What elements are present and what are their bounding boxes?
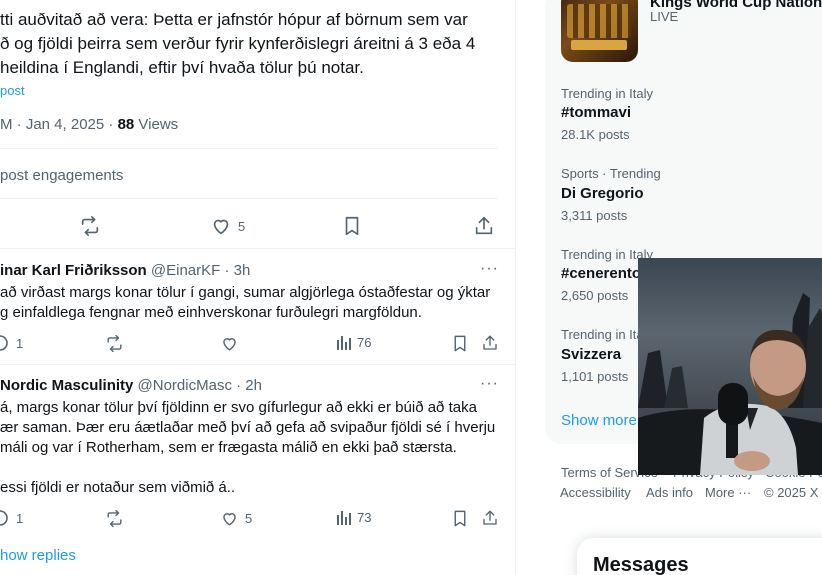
trend-title[interactable]: Svizzera bbox=[561, 346, 621, 363]
footer-more-link[interactable]: More ··· bbox=[705, 485, 751, 500]
trend-meta: Trending in Italy bbox=[561, 86, 654, 101]
views-count: 76 bbox=[357, 334, 372, 350]
reply-count: 1 bbox=[16, 335, 24, 351]
reply-text-line: að virðast margs konar tölur í gangi, su… bbox=[0, 284, 491, 301]
translate-post-link[interactable]: post bbox=[0, 83, 25, 98]
divider bbox=[0, 148, 498, 149]
like-count: 5 bbox=[238, 218, 246, 234]
share-button[interactable] bbox=[473, 215, 495, 237]
footer-ads-info-link[interactable]: Ads info bbox=[646, 485, 693, 500]
views-count: 73 bbox=[357, 509, 372, 525]
bookmark-icon bbox=[342, 215, 362, 237]
reply-handle-time[interactable]: @NordicMasc · 2h bbox=[138, 377, 262, 394]
reply-icon bbox=[0, 509, 10, 527]
reply-text-line: essi fjöldi er notaður sem viðmið á.. bbox=[0, 479, 236, 496]
views-count: 88 bbox=[117, 116, 135, 133]
divider bbox=[0, 364, 515, 365]
post-text-line: tti auðvitað að vera: Þetta er jafnstór … bbox=[0, 10, 468, 29]
trend-post-count: 2,650 posts bbox=[561, 288, 629, 303]
like-count: 5 bbox=[245, 511, 253, 526]
post-text-line: ð og fjöldi þeirra sem verður fyrir kynf… bbox=[0, 34, 476, 53]
event-graphic bbox=[567, 4, 631, 38]
reply-text-line: á, margs konar tölur því fjöldinn er svo… bbox=[0, 399, 477, 416]
trend-post-count: 28.1K posts bbox=[561, 127, 630, 142]
reply-button[interactable]: 1 bbox=[0, 509, 23, 527]
views-button[interactable]: 76 bbox=[337, 334, 371, 350]
messages-title: Messages bbox=[593, 554, 689, 575]
share-icon bbox=[473, 215, 495, 237]
heart-icon bbox=[210, 215, 232, 237]
bookmark-button[interactable] bbox=[452, 334, 468, 353]
messages-drawer[interactable]: Messages bbox=[577, 538, 822, 575]
share-icon bbox=[481, 509, 499, 527]
heart-icon bbox=[220, 509, 239, 528]
divider bbox=[0, 198, 498, 199]
reply-handle-time[interactable]: @EinarKF · 3h bbox=[151, 262, 250, 279]
share-icon bbox=[481, 334, 499, 352]
reply-button[interactable]: 1 bbox=[0, 334, 23, 352]
repost-button[interactable] bbox=[105, 509, 124, 528]
reply-author-name[interactable]: inar Karl Friðriksson bbox=[0, 262, 147, 279]
bookmark-icon bbox=[452, 334, 468, 353]
reply-text-line: ær saman. Þær eru áætlaðar með því að ge… bbox=[0, 419, 496, 436]
reply-text-line: máli og var í Rotherham, sem er frægasta… bbox=[0, 439, 457, 456]
post-text-line: heildina í Englandi, eftir því hvaða töl… bbox=[0, 58, 364, 77]
live-event-thumbnail[interactable] bbox=[561, 0, 638, 62]
repost-icon bbox=[79, 215, 101, 237]
reply-count: 1 bbox=[16, 510, 24, 526]
bookmark-button[interactable] bbox=[342, 215, 362, 237]
post-detail-column: tti auðvitað að vera: Þetta er jafnstór … bbox=[0, 0, 516, 575]
reply-header: inar Karl Friðriksson @EinarKF · 3h bbox=[0, 262, 250, 279]
footer-accessibility-link[interactable]: Accessibility bbox=[560, 485, 631, 500]
divider bbox=[0, 248, 515, 249]
footer-copyright: © 2025 X Corp. bbox=[764, 485, 822, 500]
show-more-link[interactable]: Show more bbox=[561, 412, 637, 429]
trend-meta: Sports · Trending bbox=[561, 166, 661, 181]
views-button[interactable]: 73 bbox=[337, 509, 371, 525]
show-replies-link[interactable]: how replies bbox=[0, 547, 76, 564]
like-button[interactable]: 5 bbox=[220, 509, 252, 528]
bookmark-button[interactable] bbox=[452, 509, 468, 528]
live-badge: LIVE bbox=[650, 9, 679, 24]
more-options-icon[interactable]: ··· bbox=[480, 375, 499, 393]
webcam-overlay[interactable] bbox=[638, 258, 822, 475]
post-engagements-link[interactable]: post engagements bbox=[0, 167, 123, 184]
trend-title[interactable]: Di Gregorio bbox=[561, 185, 644, 202]
analytics-icon bbox=[337, 509, 351, 525]
trend-post-count: 1,101 posts bbox=[561, 369, 629, 384]
repost-icon bbox=[105, 509, 124, 528]
reply-author-name[interactable]: Nordic Masculinity bbox=[0, 377, 133, 394]
bookmark-icon bbox=[452, 509, 468, 528]
reply-text-line: g einfaldlega fengnar með einhverskonar … bbox=[0, 304, 422, 321]
views-label: Views bbox=[134, 116, 179, 133]
analytics-icon bbox=[337, 334, 351, 350]
repost-button[interactable] bbox=[105, 334, 124, 353]
post-time-date[interactable]: M · Jan 4, 2025 · bbox=[0, 116, 118, 133]
post-timestamp[interactable]: M · Jan 4, 2025 · 88 Views bbox=[0, 116, 178, 133]
more-options-icon[interactable]: ··· bbox=[480, 260, 499, 278]
webcam-scene bbox=[638, 293, 822, 475]
share-button[interactable] bbox=[481, 509, 499, 527]
trend-title[interactable]: #tommavi bbox=[561, 104, 631, 121]
event-banner bbox=[571, 40, 627, 50]
like-button[interactable] bbox=[220, 334, 245, 353]
like-button[interactable]: 5 bbox=[210, 215, 245, 237]
repost-button[interactable] bbox=[79, 215, 101, 237]
trend-post-count: 3,311 posts bbox=[561, 208, 628, 223]
reply-icon bbox=[0, 334, 10, 352]
heart-icon bbox=[220, 334, 239, 353]
share-button[interactable] bbox=[481, 334, 499, 352]
repost-icon bbox=[105, 334, 124, 353]
reply-header: Nordic Masculinity @NordicMasc · 2h bbox=[0, 377, 262, 394]
